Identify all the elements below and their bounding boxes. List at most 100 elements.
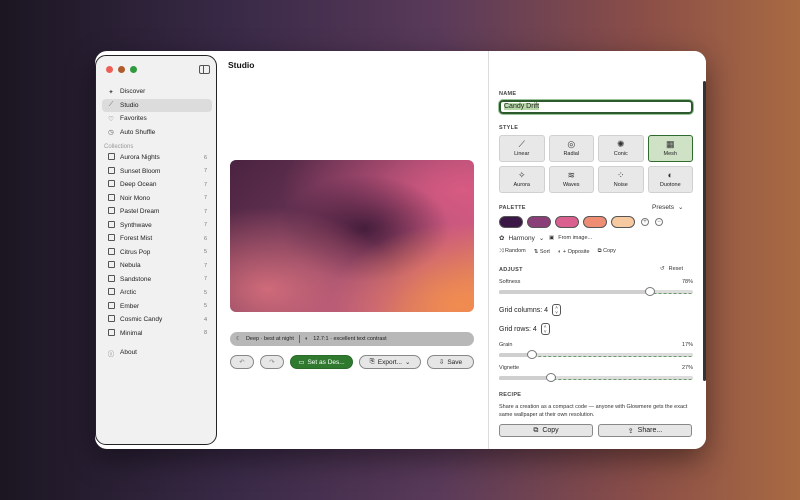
opposite-button[interactable]: ◐ + Opposite xyxy=(558,249,590,255)
random-button[interactable]: ⤨ Random xyxy=(499,248,526,255)
collection-icon xyxy=(107,261,115,270)
app-window: ✦ Discover ⟋ Studio ♡ Favorites ◷ Auto S… xyxy=(95,51,706,449)
collection-item[interactable]: Sunset Bloom 7 xyxy=(102,165,212,179)
contrast-icon: ◐ xyxy=(304,336,309,342)
scrollbar[interactable] xyxy=(703,81,706,381)
harmony-dropdown[interactable]: ✿ Harmony ⌄ xyxy=(499,234,544,243)
vignette-slider[interactable] xyxy=(499,373,693,382)
vignette-row: Vignette 27% xyxy=(499,365,693,371)
style-aurora-button[interactable]: ✧ Aurora xyxy=(499,166,545,193)
sidebar-item-auto-shuffle[interactable]: ◷ Auto Shuffle xyxy=(102,126,212,140)
style-conic-button[interactable]: ✺ Conic xyxy=(598,135,644,162)
color-swatch[interactable] xyxy=(499,216,523,228)
color-swatch[interactable] xyxy=(527,216,551,228)
reset-button[interactable]: ↺ Reset xyxy=(660,266,683,272)
recipe-description: Share a creation as a compact code — any… xyxy=(499,404,688,418)
copy-label: Copy xyxy=(603,248,616,254)
slider-knob[interactable] xyxy=(546,373,557,382)
copy-palette-button[interactable]: ⧉ Copy xyxy=(598,248,616,255)
color-swatch[interactable] xyxy=(555,216,579,228)
softness-slider[interactable] xyxy=(499,287,693,296)
collection-item[interactable]: Forest Mist 6 xyxy=(102,232,212,246)
share-icon: ⇪ xyxy=(627,427,634,435)
collection-item[interactable]: Minimal 8 xyxy=(102,327,212,341)
save-button[interactable]: ⇩ Save xyxy=(427,355,474,369)
softness-value: 78% xyxy=(681,279,693,285)
collection-item[interactable]: Synthwave 7 xyxy=(102,219,212,233)
slider-knob[interactable] xyxy=(645,287,656,296)
style-duotone-button[interactable]: ◐ Duotone xyxy=(647,166,693,193)
name-field[interactable]: Candy Drift xyxy=(499,100,693,114)
collection-item[interactable]: Nebula 7 xyxy=(102,259,212,273)
save-label: Save xyxy=(447,358,463,366)
undo-button[interactable]: ↶ xyxy=(230,355,254,369)
collection-count: 5 xyxy=(203,303,207,310)
copy-recipe-button[interactable]: ⧉ Copy xyxy=(499,424,593,437)
recipe-section-label: RECIPE xyxy=(499,392,522,398)
chevron-down-icon[interactable]: ˅ xyxy=(542,329,549,334)
color-swatch[interactable] xyxy=(583,216,607,228)
sidebar-item-favorites[interactable]: ♡ Favorites xyxy=(102,112,212,126)
collection-item[interactable]: Ember 5 xyxy=(102,300,212,314)
close-button[interactable] xyxy=(106,66,113,73)
sidebar-item-about[interactable]: ⓘ About xyxy=(102,346,212,360)
style-radial-button[interactable]: ◎ Radial xyxy=(548,135,594,162)
remove-color-icon[interactable]: − xyxy=(655,218,663,226)
sidebar-item-studio[interactable]: ⟋ Studio xyxy=(102,98,212,112)
color-swatch[interactable] xyxy=(611,216,635,228)
grid-rows-label: Grid rows: 4 xyxy=(499,325,537,333)
sidebar-item-discover[interactable]: ✦ Discover xyxy=(102,85,212,99)
collection-item[interactable]: Deep Ocean 7 xyxy=(102,178,212,192)
copy-icon: ⧉ xyxy=(597,248,602,254)
style-linear-button[interactable]: ⟋ Linear xyxy=(499,135,545,162)
from-image-button[interactable]: ▣ From image... xyxy=(549,235,592,241)
style-section-label: STYLE xyxy=(499,125,519,131)
collection-label: Nebula xyxy=(120,262,141,270)
slider-knob[interactable] xyxy=(526,350,537,359)
style-mesh-button[interactable]: ▦ Mesh xyxy=(647,135,693,162)
sort-icon: ⇅ xyxy=(533,248,539,255)
palette-icon: ✿ xyxy=(499,235,505,242)
minimize-button[interactable] xyxy=(118,66,125,73)
collection-item[interactable]: Aurora Nights 6 xyxy=(102,151,212,165)
redo-button[interactable]: ↷ xyxy=(260,355,284,369)
share-label: Share... xyxy=(637,427,663,434)
sidebar-toggle-icon[interactable] xyxy=(199,65,210,74)
zoom-button[interactable] xyxy=(130,66,137,73)
softness-row: Softness 78% xyxy=(499,279,693,285)
style-waves-button[interactable]: ≋ Waves xyxy=(548,166,594,193)
export-button[interactable]: ⎘ Export... ⌄ xyxy=(359,355,421,369)
info-icon: ⓘ xyxy=(107,350,115,358)
collection-icon xyxy=(107,180,115,189)
set-as-desktop-button[interactable]: ▭ Set as Des... xyxy=(290,355,353,369)
presets-dropdown[interactable]: Presets ⌄ xyxy=(652,203,684,212)
heart-icon: ♡ xyxy=(108,115,114,123)
sort-button[interactable]: ⇅ Sort xyxy=(534,249,550,255)
slider-fill xyxy=(499,290,651,294)
chevron-down-icon[interactable]: ˅ xyxy=(553,310,560,315)
collection-item[interactable]: Pastel Dream 7 xyxy=(102,205,212,219)
collection-count: 7 xyxy=(203,168,207,175)
set-as-desktop-label: Set as Des... xyxy=(307,358,345,366)
collection-item[interactable]: Arctic 5 xyxy=(102,286,212,300)
collection-item[interactable]: Cosmic Candy 4 xyxy=(102,313,212,327)
style-label: Conic xyxy=(613,151,628,157)
grid-columns-stepper[interactable]: ˄ ˅ xyxy=(552,304,562,316)
add-color-icon[interactable]: + xyxy=(641,218,649,226)
collection-label: Minimal xyxy=(120,329,143,337)
grid-rows-stepper[interactable]: ˄ ˅ xyxy=(540,323,550,335)
moon-icon: ☾ xyxy=(236,336,241,342)
collection-item[interactable]: Citrus Pop 5 xyxy=(102,246,212,260)
aurora-icon: ✧ xyxy=(517,170,526,180)
collection-label: Forest Mist xyxy=(120,235,153,243)
grain-slider[interactable] xyxy=(499,350,693,359)
collection-item[interactable]: Noir Mono 7 xyxy=(102,192,212,206)
share-button[interactable]: ⇪ Share... xyxy=(598,424,692,437)
duotone-icon: ◐ xyxy=(667,170,673,180)
collection-icon xyxy=(107,288,115,297)
collection-item[interactable]: Sandstone 7 xyxy=(102,273,212,287)
collection-label: Sunset Bloom xyxy=(120,167,161,175)
collection-count: 7 xyxy=(203,195,207,202)
style-noise-button[interactable]: ⁘ Noise xyxy=(598,166,644,193)
collection-count: 4 xyxy=(203,316,207,323)
